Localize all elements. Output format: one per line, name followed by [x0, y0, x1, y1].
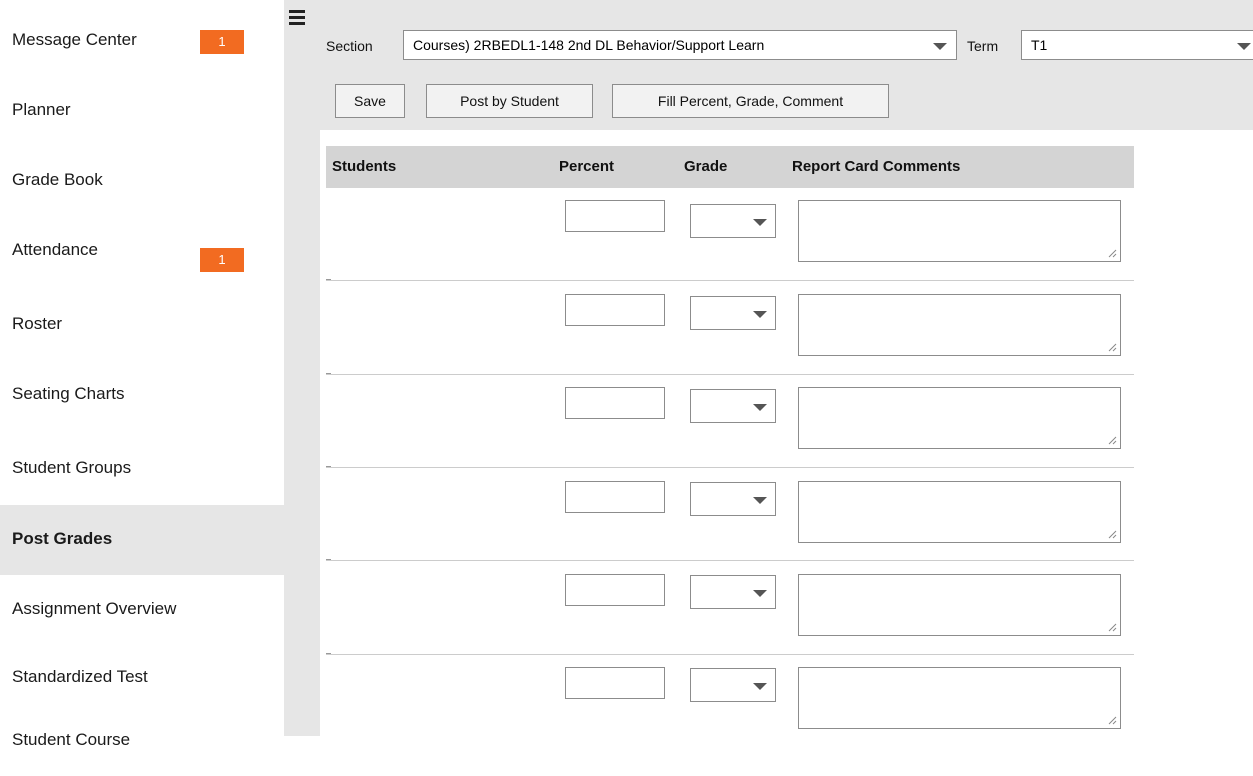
grade-select[interactable]	[690, 389, 776, 423]
sidebar-item-label: Assignment Overview	[12, 599, 177, 618]
sidebar-item-message-center[interactable]: Message Center 1	[0, 6, 284, 76]
sidebar-item-label: Standardized Test	[12, 667, 148, 686]
chevron-down-icon	[753, 404, 767, 411]
sidebar-item-label: Roster	[12, 314, 63, 333]
sidebar-item-label: Planner	[12, 100, 71, 119]
percent-input[interactable]	[565, 667, 665, 699]
term-select[interactable]: T1	[1021, 30, 1253, 60]
sidebar-item-label: Message Center	[12, 30, 137, 49]
report-card-comment-textarea[interactable]	[798, 574, 1121, 636]
report-card-comment-textarea[interactable]	[798, 294, 1121, 356]
chevron-down-icon	[753, 497, 767, 504]
grade-select[interactable]	[690, 668, 776, 702]
column-header-grade: Grade	[684, 158, 728, 175]
student-name-placeholder	[326, 279, 331, 280]
sidebar-item-label: Post Grades	[12, 529, 113, 548]
column-header-percent: Percent	[559, 158, 615, 175]
sidebar-item-grade-book[interactable]: Grade Book	[0, 146, 284, 216]
resize-grip-icon[interactable]	[1108, 249, 1117, 258]
section-select[interactable]: Courses) 2RBEDL1-148 2nd DL Behavior/Sup…	[403, 30, 957, 60]
report-card-comment-textarea[interactable]	[798, 667, 1121, 729]
report-card-comment-textarea[interactable]	[798, 200, 1121, 262]
sidebar-item-label: Student Groups	[12, 458, 132, 477]
section-label: Section	[326, 38, 373, 54]
post-by-student-button[interactable]: Post by Student	[426, 84, 593, 118]
sidebar-item-label: Grade Book	[12, 170, 103, 189]
student-name-placeholder	[326, 466, 331, 467]
percent-input[interactable]	[565, 574, 665, 606]
student-name-link[interactable]	[332, 196, 537, 202]
student-name-placeholder	[326, 373, 331, 374]
row-divider	[326, 467, 1134, 468]
chevron-down-icon	[933, 43, 947, 50]
column-header-comments: Report Card Comments	[792, 158, 961, 175]
resize-grip-icon[interactable]	[1108, 530, 1117, 539]
grade-select[interactable]	[690, 575, 776, 609]
row-divider	[326, 654, 1134, 655]
sidebar-item-post-grades[interactable]: Post Grades	[0, 505, 284, 575]
sidebar-item-label: Student Course	[12, 730, 131, 749]
fill-percent-grade-comment-button[interactable]: Fill Percent, Grade, Comment	[612, 84, 889, 118]
sidebar: Message Center 1 Planner Grade Book Atte…	[0, 0, 284, 749]
save-button[interactable]: Save	[335, 84, 405, 118]
hamburger-menu-icon[interactable]	[289, 10, 305, 25]
report-card-comment-textarea[interactable]	[798, 481, 1121, 543]
report-card-comment-textarea[interactable]	[798, 387, 1121, 449]
chevron-down-icon	[753, 590, 767, 597]
percent-input[interactable]	[565, 294, 665, 326]
grade-select[interactable]	[690, 204, 776, 238]
grades-table-header: Students Percent Grade Report Card Comme…	[326, 146, 1134, 188]
student-name-placeholder	[326, 653, 331, 654]
sidebar-item-seating-charts[interactable]: Seating Charts	[0, 360, 284, 430]
sidebar-item-label: Seating Charts	[12, 384, 125, 403]
sidebar-item-student-groups[interactable]: Student Groups	[0, 434, 284, 504]
percent-input[interactable]	[565, 481, 665, 513]
chevron-down-icon	[753, 219, 767, 226]
notification-badge: 1	[200, 30, 244, 54]
student-name-placeholder	[326, 559, 331, 560]
percent-input[interactable]	[565, 200, 665, 232]
term-label: Term	[967, 38, 999, 54]
sidebar-item-planner[interactable]: Planner	[0, 76, 284, 146]
sidebar-item-standardized-test[interactable]: Standardized Test	[0, 643, 284, 713]
sidebar-item-attendance[interactable]: Attendance 1	[0, 216, 284, 286]
percent-input[interactable]	[565, 387, 665, 419]
column-header-students[interactable]: Students	[332, 158, 396, 175]
resize-grip-icon[interactable]	[1108, 623, 1117, 632]
sidebar-item-student-course[interactable]: Student Course	[0, 706, 284, 776]
section-select-value: Courses) 2RBEDL1-148 2nd DL Behavior/Sup…	[413, 37, 765, 53]
grade-select[interactable]	[690, 296, 776, 330]
chevron-down-icon	[753, 311, 767, 318]
sidebar-item-label: Attendance	[12, 240, 99, 259]
grade-select[interactable]	[690, 482, 776, 516]
row-divider	[326, 560, 1134, 561]
resize-grip-icon[interactable]	[1108, 716, 1117, 725]
row-divider	[326, 280, 1134, 281]
row-divider	[326, 374, 1134, 375]
term-select-value: T1	[1031, 37, 1048, 53]
sidebar-item-assignment-overview[interactable]: Assignment Overview	[0, 575, 284, 645]
notification-badge: 1	[200, 248, 244, 272]
resize-grip-icon[interactable]	[1108, 343, 1117, 352]
chevron-down-icon	[753, 683, 767, 690]
chevron-down-icon	[1237, 43, 1251, 50]
sidebar-item-roster[interactable]: Roster	[0, 290, 284, 360]
resize-grip-icon[interactable]	[1108, 436, 1117, 445]
